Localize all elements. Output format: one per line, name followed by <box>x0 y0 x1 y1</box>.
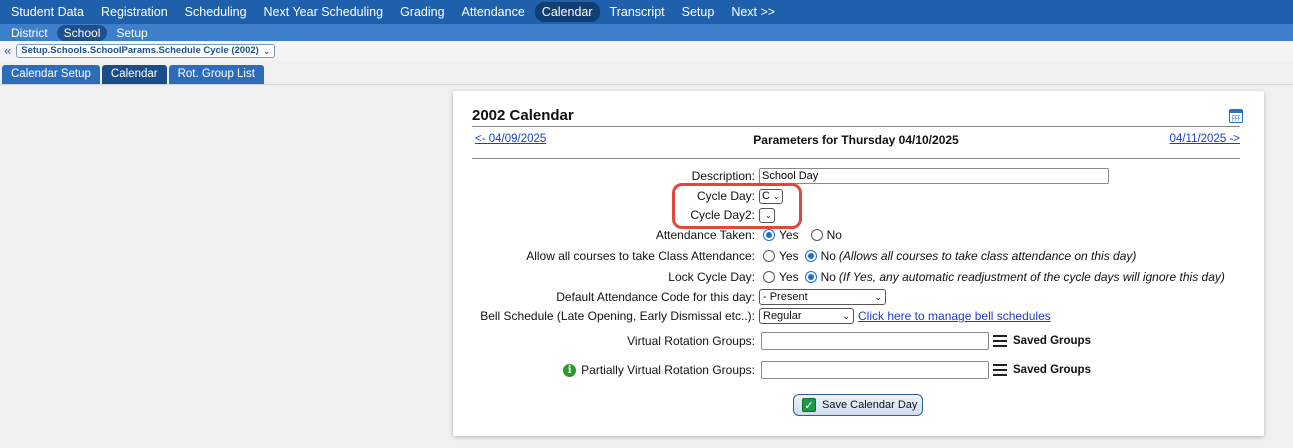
topnav-attendance[interactable]: Attendance <box>455 2 532 22</box>
topnav-scheduling[interactable]: Scheduling <box>178 2 254 22</box>
tab-bar: Calendar Setup Calendar Rot. Group List <box>0 61 1293 85</box>
allow-all-courses-yes-label: Yes <box>779 249 799 263</box>
topnav-setup[interactable]: Setup <box>675 2 722 22</box>
lock-cycle-day-note: (If Yes, any automatic readjustment of t… <box>838 270 1225 284</box>
virtual-rotation-groups-input[interactable] <box>761 332 989 350</box>
allow-all-courses-yes-radio[interactable] <box>763 250 775 262</box>
partially-virtual-groups-label-wrap: i Partially Virtual Rotation Groups: <box>563 363 755 377</box>
info-icon[interactable]: i <box>563 363 577 377</box>
bell-schedule-value: Regular <box>763 310 802 322</box>
topnav-calendar[interactable]: Calendar <box>534 2 600 22</box>
page-title: 2002 Calendar <box>472 107 1240 127</box>
default-attendance-code-value: - Present <box>763 291 808 303</box>
chevron-down-icon: ⌄ <box>262 46 271 56</box>
subnav-setup[interactable]: Setup <box>109 25 154 41</box>
allow-all-courses-label: Allow all courses to take Class Attendan… <box>526 249 755 263</box>
attendance-taken-yes-radio[interactable] <box>763 229 775 241</box>
chevron-down-icon: ⌄ <box>772 191 780 201</box>
save-calendar-day-label: Save Calendar Day <box>822 399 918 411</box>
cycle-day-value: C <box>762 190 770 202</box>
partially-virtual-groups-label: Partially Virtual Rotation Groups: <box>581 363 755 377</box>
chevron-down-icon: ⌄ <box>765 210 772 220</box>
virtual-rotation-groups-label: Virtual Rotation Groups: <box>627 334 755 348</box>
manage-bell-schedules-link[interactable]: Click here to manage bell schedules <box>858 309 1051 323</box>
checkmark-icon: ✓ <box>802 398 816 412</box>
cycle-day-label: Cycle Day: <box>696 189 755 203</box>
breadcrumb-select-value: Setup.Schools.SchoolParams.Schedule Cycl… <box>21 45 259 56</box>
calendar-day-panel: 2002 Calendar <- 04/09/2025 Parameters f… <box>453 91 1264 436</box>
bell-schedule-select[interactable]: Regular ⌄ <box>759 308 854 324</box>
default-attendance-code-select[interactable]: - Present ⌄ <box>759 289 886 305</box>
cycle-day-select[interactable]: C ⌄ <box>759 188 783 204</box>
default-attendance-code-label: Default Attendance Code for this day: <box>556 290 755 304</box>
bell-schedule-label: Bell Schedule (Late Opening, Early Dismi… <box>480 309 755 323</box>
allow-all-courses-note: (Allows all courses to take class attend… <box>838 249 1137 263</box>
attendance-taken-no-radio[interactable] <box>810 229 823 241</box>
parameters-heading: Parameters for Thursday 04/10/2025 <box>753 133 959 147</box>
topnav-registration[interactable]: Registration <box>94 2 175 22</box>
allow-all-courses-no-label: No <box>820 249 836 263</box>
save-calendar-day-button[interactable]: ✓ Save Calendar Day <box>793 394 923 416</box>
partially-virtual-groups-input[interactable] <box>761 361 989 379</box>
partially-virtual-saved-groups[interactable]: Saved Groups <box>1013 364 1091 376</box>
tab-calendar[interactable]: Calendar <box>101 65 167 84</box>
chevron-down-icon: ⌄ <box>874 291 882 302</box>
topnav-next-year-scheduling[interactable]: Next Year Scheduling <box>257 2 391 22</box>
topnav-next[interactable]: Next >> <box>724 2 782 22</box>
cycle-day2-select[interactable]: ⌄ <box>759 207 775 223</box>
tab-calendar-setup[interactable]: Calendar Setup <box>2 65 100 84</box>
next-day-link[interactable]: 04/11/2025 -> <box>1170 133 1240 145</box>
breadcrumb-select[interactable]: Setup.Schools.SchoolParams.Schedule Cycl… <box>16 44 276 58</box>
sub-nav: District School Setup <box>0 24 1293 41</box>
topnav-student-data[interactable]: Student Data <box>4 2 91 22</box>
subnav-district[interactable]: District <box>4 25 55 41</box>
allow-all-courses-no-radio[interactable] <box>804 250 817 262</box>
day-navigation: <- 04/09/2025 Parameters for Thursday 04… <box>472 133 1240 159</box>
lock-cycle-day-no-label: No <box>820 270 836 284</box>
attendance-taken-no-label: No <box>826 228 842 242</box>
breadcrumb: « Setup.Schools.SchoolParams.Schedule Cy… <box>0 41 1293 61</box>
attendance-taken-yes-label: Yes <box>779 228 799 242</box>
lock-cycle-day-no-radio[interactable] <box>804 271 817 283</box>
lock-cycle-day-yes-radio[interactable] <box>763 271 775 283</box>
back-double-chevron-icon[interactable]: « <box>4 44 11 57</box>
description-label: Description: <box>691 169 755 183</box>
calendar-icon[interactable] <box>1229 109 1243 123</box>
topnav-grading[interactable]: Grading <box>393 2 451 22</box>
tab-rot-group-list[interactable]: Rot. Group List <box>168 65 264 84</box>
top-nav: Student Data Registration Scheduling Nex… <box>0 0 1293 24</box>
description-input[interactable] <box>759 168 1109 184</box>
topnav-transcript[interactable]: Transcript <box>603 2 672 22</box>
hamburger-menu-icon[interactable] <box>993 364 1007 376</box>
hamburger-menu-icon[interactable] <box>993 335 1007 347</box>
lock-cycle-day-label: Lock Cycle Day: <box>668 270 755 284</box>
cycle-day2-label: Cycle Day2: <box>690 208 755 222</box>
chevron-down-icon: ⌄ <box>842 310 850 321</box>
subnav-school[interactable]: School <box>56 24 108 41</box>
virtual-saved-groups[interactable]: Saved Groups <box>1013 335 1091 347</box>
attendance-taken-label: Attendance Taken: <box>655 228 755 242</box>
lock-cycle-day-yes-label: Yes <box>779 270 799 284</box>
